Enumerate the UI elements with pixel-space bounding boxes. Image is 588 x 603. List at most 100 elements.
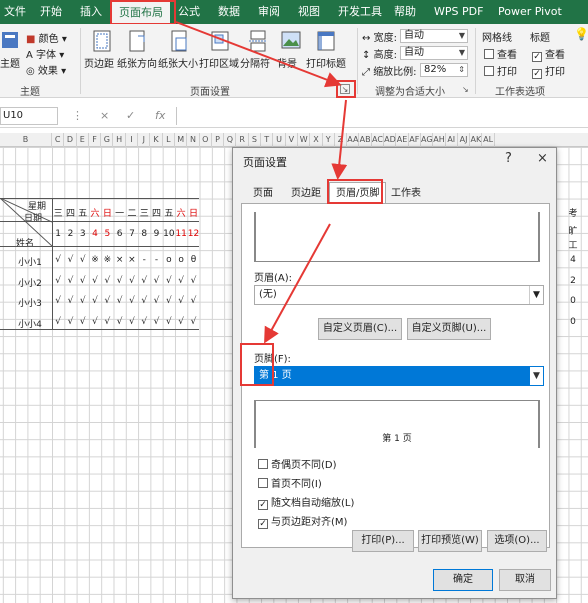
- orientation-button[interactable]: 纸张方向: [117, 55, 157, 70]
- attendance-mark: √: [104, 316, 111, 327]
- column-header[interactable]: AA: [347, 133, 360, 147]
- column-header[interactable]: Z: [335, 133, 348, 147]
- attendance-mark: √: [55, 275, 62, 286]
- odd-even-checkbox[interactable]: 奇偶页不同(D): [258, 456, 337, 471]
- column-header[interactable]: AK: [470, 133, 483, 147]
- column-header[interactable]: P: [212, 133, 225, 147]
- gridlines-print-checkbox[interactable]: 打印: [484, 63, 517, 78]
- tab-data[interactable]: 数据: [218, 0, 240, 24]
- column-header[interactable]: Y: [323, 133, 335, 147]
- column-header[interactable]: I: [126, 133, 139, 147]
- column-header[interactable]: AL: [483, 133, 495, 147]
- column-header[interactable]: X: [310, 133, 323, 147]
- headings-print-checkbox[interactable]: ✓ 打印: [532, 63, 565, 79]
- column-header[interactable]: N: [187, 133, 200, 147]
- custom-header-button[interactable]: 自定义页眉(C)...: [318, 318, 402, 340]
- tab-file[interactable]: 文件: [4, 0, 26, 24]
- headings-view-checkbox[interactable]: ✓ 查看: [532, 46, 565, 62]
- breaks-button[interactable]: 分隔符: [240, 55, 270, 70]
- column-header[interactable]: C: [52, 133, 65, 147]
- print-area-button[interactable]: 打印区域: [199, 55, 239, 70]
- column-header[interactable]: T: [261, 133, 274, 147]
- formula-input[interactable]: [176, 107, 588, 125]
- table-border: [52, 198, 53, 329]
- column-header[interactable]: D: [64, 133, 77, 147]
- column-header[interactable]: AH: [433, 133, 446, 147]
- tab-help[interactable]: 帮助: [394, 0, 416, 24]
- column-header[interactable]: V: [286, 133, 298, 147]
- column-header[interactable]: B: [0, 133, 52, 147]
- column-header[interactable]: Q: [224, 133, 237, 147]
- dialog-tab-sheet[interactable]: 工作表: [385, 185, 427, 203]
- dialog-tab-page[interactable]: 页面: [247, 185, 279, 203]
- column-header[interactable]: L: [163, 133, 175, 147]
- enter-icon[interactable]: ✓: [126, 109, 135, 122]
- column-header[interactable]: M: [175, 133, 188, 147]
- height-combo[interactable]: 自动 ▼: [400, 46, 468, 60]
- weekday-cell: 四: [152, 209, 162, 219]
- attendance-mark: ×: [128, 255, 136, 265]
- column-header[interactable]: AB: [360, 133, 372, 147]
- tab-review[interactable]: 审阅: [258, 0, 280, 24]
- column-header[interactable]: E: [77, 133, 89, 147]
- width-combo[interactable]: 自动 ▼: [400, 29, 468, 43]
- theme-icon[interactable]: [0, 30, 20, 50]
- fonts-button[interactable]: A 字体 ▾: [26, 46, 64, 61]
- tab-view[interactable]: 视图: [298, 0, 320, 24]
- background-button[interactable]: 背景: [277, 55, 297, 70]
- column-header[interactable]: W: [298, 133, 311, 147]
- tab-wps-pdf[interactable]: WPS PDF: [434, 0, 483, 24]
- scale-launcher-icon[interactable]: ↘: [462, 85, 469, 94]
- print-button[interactable]: 打印(P)...: [352, 530, 414, 552]
- tab-home[interactable]: 开始: [40, 0, 62, 24]
- scale-with-doc-checkbox[interactable]: ✓ 随文档自动缩放(L): [258, 494, 354, 510]
- column-header[interactable]: K: [150, 133, 163, 147]
- column-header[interactable]: J: [138, 133, 151, 147]
- tab-power-pivot[interactable]: Power Pivot: [498, 0, 562, 24]
- print-preview-button[interactable]: 打印预览(W): [418, 530, 482, 552]
- colors-button[interactable]: ■ 颜色 ▾: [26, 30, 67, 45]
- column-header[interactable]: U: [273, 133, 286, 147]
- close-button[interactable]: ×: [537, 151, 548, 166]
- options-button[interactable]: 选项(O)...: [487, 530, 547, 552]
- gridlines-view-checkbox[interactable]: 查看: [484, 46, 517, 61]
- first-page-checkbox[interactable]: 首页不同(I): [258, 475, 322, 490]
- column-header[interactable]: O: [200, 133, 212, 147]
- column-header[interactable]: F: [89, 133, 102, 147]
- name-box[interactable]: U10: [0, 107, 58, 125]
- help-button[interactable]: ?: [505, 151, 512, 166]
- fx-icon[interactable]: fx: [155, 109, 165, 122]
- column-header[interactable]: AF: [409, 133, 421, 147]
- width-value: 自动: [404, 30, 424, 41]
- lightbulb-icon[interactable]: 💡: [574, 27, 588, 41]
- column-header[interactable]: AE: [396, 133, 409, 147]
- column-header[interactable]: AG: [421, 133, 434, 147]
- tab-developer[interactable]: 开发工具: [338, 0, 382, 24]
- dialog-tab-margins[interactable]: 页边距: [285, 185, 327, 203]
- gridlines-heading: 网格线: [482, 33, 512, 44]
- column-header[interactable]: S: [249, 133, 262, 147]
- tab-formulas[interactable]: 公式: [178, 0, 200, 24]
- checkbox-checked-icon: ✓: [532, 69, 542, 79]
- column-header[interactable]: AD: [384, 133, 397, 147]
- align-margins-checkbox[interactable]: ✓ 与页边距对齐(M): [258, 513, 347, 529]
- header-select[interactable]: (无) ▼: [254, 285, 544, 305]
- column-header[interactable]: AI: [446, 133, 458, 147]
- zoom-spinner[interactable]: 82% ⇕: [420, 63, 468, 77]
- column-header[interactable]: AJ: [458, 133, 471, 147]
- ok-button[interactable]: 确定: [433, 569, 493, 591]
- column-header[interactable]: G: [101, 133, 114, 147]
- theme-button[interactable]: 主题: [0, 55, 20, 70]
- margins-button[interactable]: 页边距: [84, 55, 114, 70]
- effects-button[interactable]: ◎ 效果 ▾: [26, 62, 66, 77]
- footer-select[interactable]: 第 1 页 ▼: [254, 366, 544, 386]
- cancel-button[interactable]: 取消: [499, 569, 551, 591]
- size-button[interactable]: 纸张大小: [158, 55, 198, 70]
- column-header[interactable]: R: [237, 133, 249, 147]
- cancel-icon[interactable]: ×: [100, 109, 109, 122]
- tab-insert[interactable]: 插入: [80, 0, 102, 24]
- column-header[interactable]: H: [114, 133, 126, 147]
- custom-footer-button[interactable]: 自定义页脚(U)...: [407, 318, 491, 340]
- column-header[interactable]: AC: [372, 133, 385, 147]
- print-titles-button[interactable]: 打印标题: [306, 55, 346, 70]
